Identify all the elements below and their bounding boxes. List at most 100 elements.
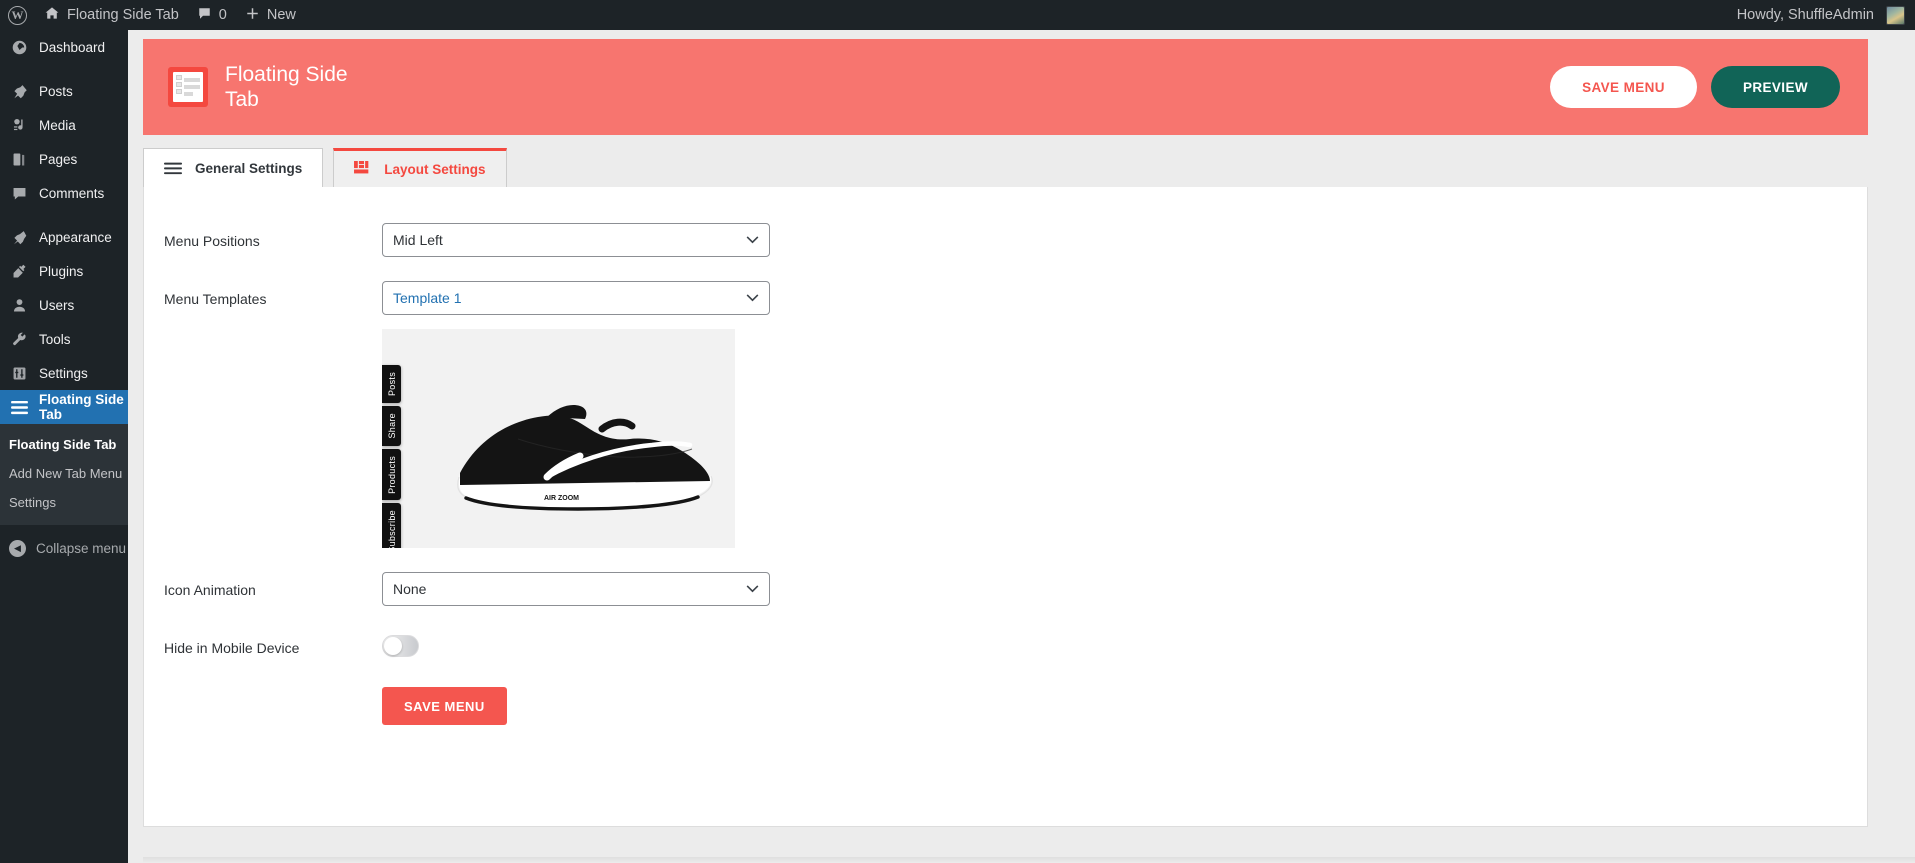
submenu-item-add-new-tab-menu[interactable]: Add New Tab Menu (0, 459, 128, 488)
comment-bubble-icon (197, 6, 212, 25)
sidebar-item-comments[interactable]: Comments (0, 176, 128, 210)
content-area: Floating Side Tab SAVE MENU PREVIEW Gene… (128, 30, 1915, 863)
field-menu-templates: Menu Templates Template 1 (144, 281, 1867, 315)
field-label: Menu Positions (164, 233, 260, 249)
admin-sidebar: Dashboard Posts Media Pages Comments App… (0, 30, 128, 863)
sidebar-item-label: Comments (39, 185, 105, 201)
field-hide-in-mobile-device: Hide in Mobile Device (144, 630, 1867, 657)
side-tab-posts[interactable]: Posts (382, 365, 401, 404)
sidebar-item-pages[interactable]: Pages (0, 142, 128, 176)
appearance-brush-icon (9, 227, 29, 247)
sidebar-item-label: Pages (39, 151, 78, 167)
toggle-knob (384, 637, 402, 655)
side-tab-label: Share (386, 413, 397, 439)
icon-animation-value[interactable]: None (382, 572, 770, 606)
sliders-icon (9, 363, 29, 383)
sidebar-divider (0, 210, 128, 220)
field-menu-positions: Menu Positions Mid Left (144, 223, 1867, 257)
arrow-left-circle-icon: ◀ (9, 539, 26, 557)
save-menu-button-top[interactable]: SAVE MENU (1550, 66, 1697, 108)
side-tab-subscribe[interactable]: Subscribe (382, 503, 401, 548)
floating-side-tab-logo-icon (168, 67, 208, 107)
sidebar-item-posts[interactable]: Posts (0, 74, 128, 108)
collapse-menu-button[interactable]: ◀ Collapse menu (0, 531, 128, 565)
side-tab-label: Products (386, 455, 397, 494)
wordpress-logo-button[interactable]: W (0, 0, 35, 30)
side-tab-label: Posts (386, 372, 397, 397)
template-preview-row: Posts Share Products Subscribe AIR ZOOM (144, 329, 1867, 548)
sidebar-item-label: Plugins (39, 263, 84, 279)
submenu-item-settings[interactable]: Settings (0, 488, 128, 517)
site-name-label: Floating Side Tab (67, 7, 179, 23)
tab-layout-settings[interactable]: Layout Settings (333, 148, 507, 187)
hamburger-icon (164, 162, 182, 175)
sidebar-submenu: Floating Side Tab Add New Tab Menu Setti… (0, 424, 128, 525)
settings-card: Menu Positions Mid Left Menu Templates T… (143, 187, 1868, 827)
sidebar-item-settings[interactable]: Settings (0, 356, 128, 390)
menu-positions-value[interactable]: Mid Left (382, 223, 770, 257)
field-icon-animation: Icon Animation None (144, 572, 1867, 606)
svg-text:AIR ZOOM: AIR ZOOM (544, 495, 579, 502)
sidebar-item-tools[interactable]: Tools (0, 322, 128, 356)
preview-button[interactable]: PREVIEW (1710, 66, 1840, 108)
sidebar-item-label: Users (39, 297, 75, 313)
plugin-page: Floating Side Tab SAVE MENU PREVIEW Gene… (143, 39, 1868, 827)
admin-bar: W Floating Side Tab 0 New Howdy, Shuffle… (0, 0, 1915, 30)
dashboard-icon (9, 37, 29, 57)
tab-label: Layout Settings (384, 161, 486, 177)
sidebar-item-media[interactable]: Media (0, 108, 128, 142)
comments-button[interactable]: 0 (188, 0, 236, 30)
tab-label: General Settings (195, 160, 303, 176)
sidebar-divider (0, 64, 128, 74)
sidebar-item-label: Dashboard (39, 39, 106, 55)
sidebar-item-label: Settings (39, 365, 88, 381)
layout-grid-icon (354, 161, 371, 177)
settings-tabs: General Settings Layout Settings (143, 148, 1868, 187)
sidebar-item-floating-side-tab[interactable]: Floating Side Tab (0, 390, 128, 424)
avatar[interactable] (1886, 5, 1905, 25)
field-label: Hide in Mobile Device (164, 640, 300, 656)
plus-icon (245, 6, 260, 25)
account-menu[interactable]: Howdy, ShuffleAdmin (1728, 0, 1878, 30)
floating-side-tabs-preview: Posts Share Products Subscribe (382, 365, 401, 548)
howdy-label: Howdy, ShuffleAdmin (1736, 7, 1874, 23)
sidebar-item-dashboard[interactable]: Dashboard (0, 30, 128, 64)
side-tab-share[interactable]: Share (382, 406, 401, 446)
field-label: Menu Templates (164, 291, 267, 307)
home-icon (44, 5, 60, 25)
sidebar-item-label: Posts (39, 83, 73, 99)
side-tab-products[interactable]: Products (382, 448, 401, 501)
banner-actions: SAVE MENU PREVIEW (1550, 66, 1840, 108)
hamburger-icon (9, 397, 29, 417)
brand: Floating Side Tab (168, 62, 370, 112)
side-tab-label: Subscribe (386, 510, 397, 548)
menu-templates-select[interactable]: Template 1 (382, 281, 770, 315)
sidebar-item-label: Floating Side Tab (39, 392, 124, 422)
submenu-item-floating-side-tab[interactable]: Floating Side Tab (0, 430, 128, 459)
save-menu-button-bottom[interactable]: SAVE MENU (382, 687, 507, 725)
comments-count: 0 (218, 7, 227, 23)
sidebar-item-label: Media (39, 117, 76, 133)
shoe-image: AIR ZOOM (457, 405, 713, 511)
menu-templates-value[interactable]: Template 1 (382, 281, 770, 315)
tab-general-settings[interactable]: General Settings (143, 148, 324, 187)
wrench-icon (9, 329, 29, 349)
icon-animation-select[interactable]: None (382, 572, 770, 606)
field-label: Icon Animation (164, 582, 256, 598)
site-name-button[interactable]: Floating Side Tab (35, 0, 188, 30)
sidebar-item-plugins[interactable]: Plugins (0, 254, 128, 288)
pin-icon (9, 81, 29, 101)
new-content-label: New (266, 7, 296, 23)
wordpress-icon: W (8, 5, 27, 25)
page-bottom-shadow (143, 857, 1915, 863)
media-icon (9, 115, 29, 135)
menu-positions-select[interactable]: Mid Left (382, 223, 770, 257)
new-content-button[interactable]: New (236, 0, 305, 30)
sidebar-item-users[interactable]: Users (0, 288, 128, 322)
user-icon (9, 295, 29, 315)
sidebar-item-appearance[interactable]: Appearance (0, 220, 128, 254)
hide-in-mobile-toggle[interactable] (382, 635, 419, 657)
plugin-icon (9, 261, 29, 281)
sidebar-item-label: Appearance (39, 229, 112, 245)
collapse-menu-label: Collapse menu (36, 540, 127, 556)
